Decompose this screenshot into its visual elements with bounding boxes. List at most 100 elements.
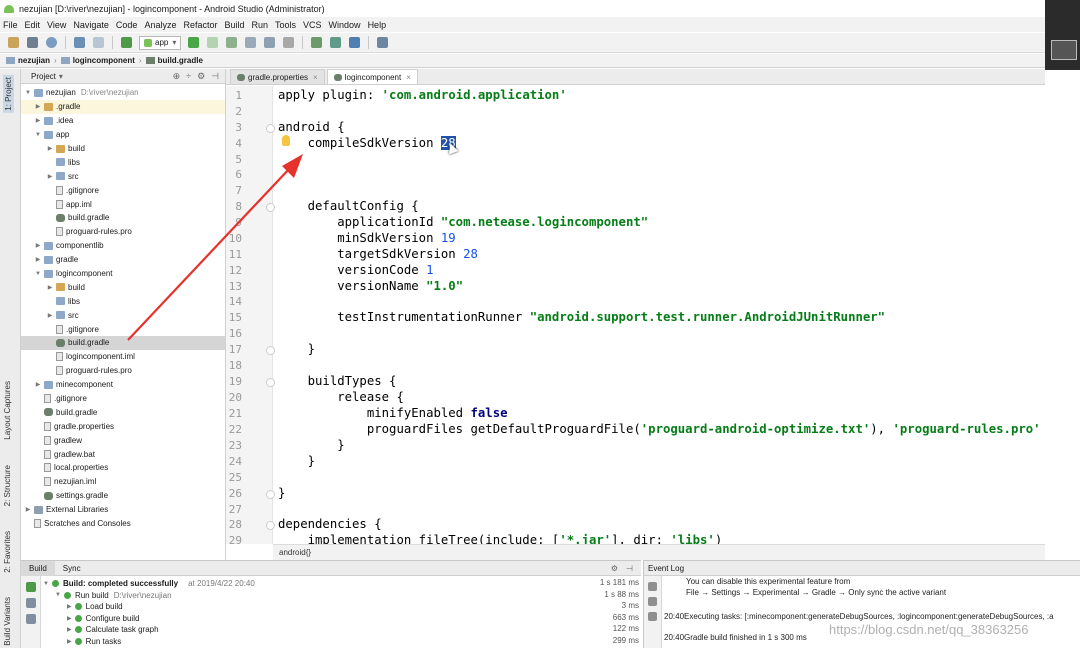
tree-item[interactable]: ▶ gradle: [21, 253, 225, 267]
fold-marker-icon[interactable]: [266, 378, 275, 387]
wrench-icon[interactable]: [648, 612, 657, 621]
tree-item[interactable]: ▶ minecomponent: [21, 378, 225, 392]
favorites-tab[interactable]: 2: Favorites: [3, 531, 12, 573]
tree-item[interactable]: ▶ build: [21, 280, 225, 294]
collapsed-arrow-icon[interactable]: ▶: [46, 312, 54, 319]
lightbulb-icon[interactable]: [282, 135, 290, 146]
tab-sync[interactable]: Sync: [55, 561, 89, 576]
tree-item[interactable]: ▶ src: [21, 169, 225, 183]
tab-build[interactable]: Build: [21, 560, 55, 576]
collapsed-arrow-icon[interactable]: ▶: [34, 103, 42, 110]
profile-icon[interactable]: [245, 37, 257, 48]
event-log-title[interactable]: Event Log: [648, 564, 684, 573]
structure-tab[interactable]: 2: Structure: [3, 465, 12, 506]
tree-item[interactable]: Scratches and Consoles: [21, 517, 225, 531]
fold-marker-icon[interactable]: [266, 203, 275, 212]
close-icon[interactable]: ×: [313, 73, 318, 82]
tab-logincomponent[interactable]: logincomponent ×: [326, 69, 418, 84]
attach-debugger-icon[interactable]: [264, 37, 276, 48]
project-tool-tab[interactable]: 1: Project: [3, 75, 14, 113]
build-tree-row[interactable]: ▼ Run build D:\river\nezujian: [55, 590, 172, 602]
menu-code[interactable]: Code: [116, 20, 138, 30]
menu-refactor[interactable]: Refactor: [183, 20, 217, 30]
trash-icon[interactable]: [648, 597, 657, 606]
apply-changes-icon[interactable]: [207, 37, 219, 48]
menu-help[interactable]: Help: [368, 20, 387, 30]
fold-marker-icon[interactable]: [266, 521, 275, 530]
tree-item[interactable]: ▶ .idea: [21, 114, 225, 128]
project-view-select[interactable]: Project: [31, 72, 56, 81]
tree-item[interactable]: .gitignore: [21, 322, 225, 336]
stop-icon[interactable]: [283, 37, 295, 48]
menu-tools[interactable]: Tools: [275, 20, 296, 30]
debug-icon[interactable]: [226, 37, 238, 48]
menu-window[interactable]: Window: [329, 20, 361, 30]
build-variants-tab[interactable]: Build Variants: [3, 597, 12, 646]
sdk-manager-icon[interactable]: [349, 37, 361, 48]
fold-marker-icon[interactable]: [266, 346, 275, 355]
tree-item[interactable]: build.gradle: [21, 405, 225, 419]
tree-item[interactable]: settings.gradle: [21, 489, 225, 503]
tree-item[interactable]: local.properties: [21, 461, 225, 475]
tree-item[interactable]: gradle.properties: [21, 419, 225, 433]
menu-file[interactable]: File: [3, 20, 18, 30]
menu-build[interactable]: Build: [224, 20, 244, 30]
collapsed-arrow-icon[interactable]: ▶: [46, 284, 54, 291]
tree-item[interactable]: proguard-rules.pro: [21, 364, 225, 378]
expanded-arrow-icon[interactable]: ▼: [24, 90, 32, 96]
menu-vcs[interactable]: VCS: [303, 20, 322, 30]
tree-item[interactable]: .gitignore: [21, 183, 225, 197]
tree-item[interactable]: build.gradle: [21, 211, 225, 225]
menu-navigate[interactable]: Navigate: [73, 20, 109, 30]
expanded-arrow-icon[interactable]: ▼: [34, 271, 42, 277]
save-icon[interactable]: [27, 37, 38, 48]
layout-captures-tab[interactable]: Layout Captures: [3, 381, 12, 440]
hide-icon[interactable]: ⊣: [211, 71, 219, 82]
run-config-select[interactable]: app ▾: [139, 35, 182, 50]
hide-icon[interactable]: ⊣: [626, 564, 633, 573]
gear-icon[interactable]: ⚙: [611, 564, 618, 573]
menu-analyze[interactable]: Analyze: [144, 20, 176, 30]
expanded-arrow-icon[interactable]: ▼: [43, 581, 49, 587]
tree-item[interactable]: proguard-rules.pro: [21, 225, 225, 239]
collapsed-arrow-icon[interactable]: ▶: [24, 506, 32, 513]
pin-icon[interactable]: [25, 614, 36, 624]
mark-read-icon[interactable]: [648, 582, 657, 591]
collapsed-arrow-icon[interactable]: ▶: [67, 626, 72, 633]
menu-edit[interactable]: Edit: [25, 20, 41, 30]
tree-item[interactable]: ▶ componentlib: [21, 239, 225, 253]
collapsed-arrow-icon[interactable]: ▶: [67, 638, 72, 645]
tree-item[interactable]: ▶ build: [21, 142, 225, 156]
fold-marker-icon[interactable]: [266, 490, 275, 499]
build-tree-row[interactable]: ▶ Configure build: [67, 613, 139, 625]
make-project-icon[interactable]: [121, 37, 132, 48]
project-structure-icon[interactable]: [377, 37, 389, 48]
sync-gradle-icon[interactable]: [311, 37, 323, 48]
tree-item[interactable]: gradlew: [21, 433, 225, 447]
build-tree-row[interactable]: ▶ Run tasks: [67, 636, 121, 648]
tree-item[interactable]: .gitignore: [21, 392, 225, 406]
build-tree-row[interactable]: ▶ Calculate task graph: [67, 624, 159, 636]
back-icon[interactable]: [74, 37, 85, 48]
expanded-arrow-icon[interactable]: ▼: [34, 132, 42, 138]
target-icon[interactable]: ⊕: [173, 71, 181, 82]
open-icon[interactable]: [8, 37, 19, 48]
toggle-view-icon[interactable]: [25, 598, 36, 608]
expanded-arrow-icon[interactable]: ▼: [55, 592, 61, 598]
tree-item[interactable]: ▼ nezujian D:\river\nezujian: [21, 86, 225, 100]
collapsed-arrow-icon[interactable]: ▶: [34, 242, 42, 249]
tree-item[interactable]: logincomponent.iml: [21, 350, 225, 364]
tree-item[interactable]: libs: [21, 155, 225, 169]
close-icon[interactable]: ×: [406, 73, 411, 82]
crumb-module[interactable]: logincomponent: [73, 56, 135, 65]
menu-view[interactable]: View: [47, 20, 66, 30]
tree-item[interactable]: libs: [21, 294, 225, 308]
collapsed-arrow-icon[interactable]: ▶: [34, 381, 42, 388]
collapsed-arrow-icon[interactable]: ▶: [67, 603, 72, 610]
avd-manager-icon[interactable]: [330, 37, 342, 48]
crumb-file[interactable]: build.gradle: [158, 56, 203, 65]
collapsed-arrow-icon[interactable]: ▶: [34, 117, 42, 124]
tree-item[interactable]: nezujian.iml: [21, 475, 225, 489]
sync-icon[interactable]: [46, 37, 57, 48]
crumb-project[interactable]: nezujian: [18, 56, 50, 65]
